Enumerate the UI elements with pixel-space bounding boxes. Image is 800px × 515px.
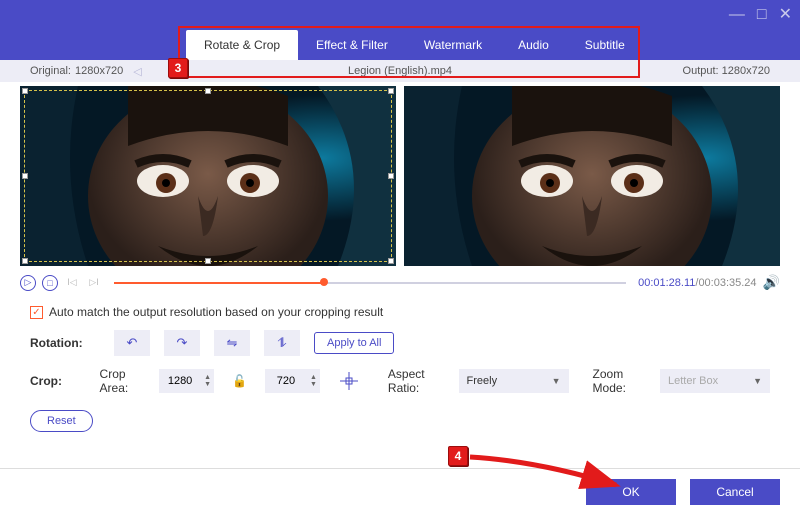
file-info-bar: Original: 1280x720 ◁ Legion (English).mp… — [0, 60, 800, 82]
volume-icon[interactable]: 🔊 — [763, 274, 780, 291]
zoom-mode-select[interactable]: Letter Box▼ — [660, 369, 770, 393]
tab-rotate-crop[interactable]: Rotate & Crop — [186, 30, 298, 60]
center-crop-icon[interactable] — [340, 372, 358, 390]
controls-panel: ✓ Auto match the output resolution based… — [0, 297, 800, 451]
original-label: Original: — [30, 65, 71, 77]
stop-button[interactable]: □ — [42, 275, 58, 291]
apply-to-all-button[interactable]: Apply to All — [314, 332, 394, 354]
next-frame-button[interactable]: ▷I — [86, 275, 102, 291]
maximize-button[interactable]: □ — [757, 7, 767, 23]
tab-audio[interactable]: Audio — [500, 30, 567, 60]
footer: OK Cancel — [0, 468, 800, 515]
preview-original[interactable] — [20, 86, 396, 266]
play-button[interactable]: ▷ — [20, 275, 36, 291]
rotate-left-button[interactable]: ↶ — [114, 330, 150, 356]
aspect-ratio-label: Aspect Ratio: — [388, 367, 445, 395]
annotation-badge-4: 4 — [448, 446, 468, 466]
crop-rectangle[interactable] — [24, 90, 392, 262]
crop-label: Crop: — [30, 374, 86, 388]
close-button[interactable]: ✕ — [779, 7, 792, 23]
flip-vertical-button[interactable]: ⥮ — [264, 330, 300, 356]
duration: 00:03:35.24 — [698, 277, 756, 289]
annotation-badge-3: 3 — [168, 58, 188, 78]
flip-horizontal-button[interactable]: ⇋ — [214, 330, 250, 356]
current-time: 00:01:28.11 — [638, 277, 695, 289]
preview-area — [0, 82, 800, 270]
prev-frame-button[interactable]: I◁ — [64, 275, 80, 291]
crop-height-input[interactable]: ▲▼ — [265, 369, 320, 393]
lock-aspect-icon[interactable]: 🔓 — [232, 374, 247, 388]
crop-area-label: Crop Area: — [100, 367, 146, 395]
rotation-label: Rotation: — [30, 336, 100, 350]
aspect-ratio-select[interactable]: Freely▼ — [459, 369, 569, 393]
tab-bar: Rotate & Crop Effect & Filter Watermark … — [0, 30, 800, 60]
original-resolution: 1280x720 — [75, 65, 123, 77]
cancel-button[interactable]: Cancel — [690, 479, 780, 505]
ok-button[interactable]: OK — [586, 479, 676, 505]
filename: Legion (English).mp4 — [348, 65, 452, 77]
automatch-label: Auto match the output resolution based o… — [49, 305, 383, 319]
automatch-checkbox[interactable]: ✓ — [30, 306, 43, 319]
preview-output — [404, 86, 780, 266]
crop-width-input[interactable]: ▲▼ — [159, 369, 214, 393]
rotate-right-button[interactable]: ↷ — [164, 330, 200, 356]
titlebar: — □ ✕ — [0, 0, 800, 30]
seek-bar[interactable] — [114, 280, 626, 286]
reset-button[interactable]: Reset — [30, 410, 93, 432]
timeline: ▷ □ I◁ ▷I 00:01:28.11/00:03:35.24 🔊 — [0, 270, 800, 297]
chevron-left-icon[interactable]: ◁ — [133, 65, 141, 78]
tab-watermark[interactable]: Watermark — [406, 30, 500, 60]
zoom-mode-label: Zoom Mode: — [593, 367, 646, 395]
tab-subtitle[interactable]: Subtitle — [567, 30, 643, 60]
minimize-button[interactable]: — — [729, 7, 745, 23]
tab-effect-filter[interactable]: Effect & Filter — [298, 30, 406, 60]
output-resolution: 1280x720 — [722, 65, 770, 77]
output-label: Output: — [683, 65, 719, 77]
